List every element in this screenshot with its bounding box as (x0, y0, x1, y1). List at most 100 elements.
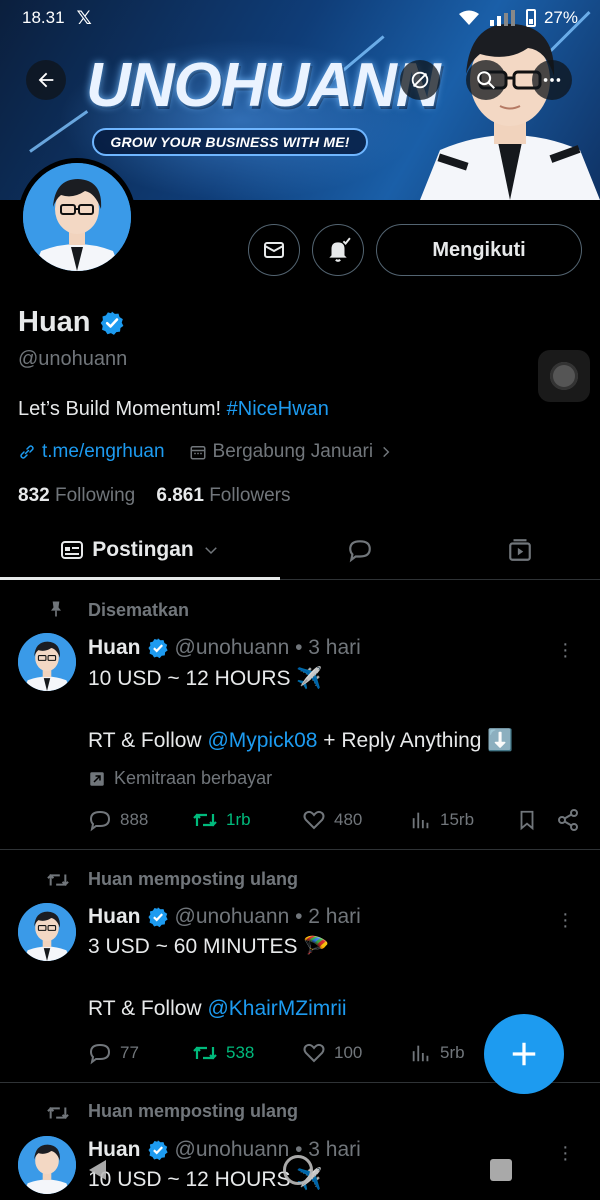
more-horizontal-icon (543, 78, 561, 82)
verified-badge-icon[interactable] (99, 310, 125, 336)
post-context: Huan memposting ulang (88, 869, 299, 889)
reply-button[interactable]: 77 (88, 1041, 192, 1065)
bio-text: Let’s Build Momentum! (18, 398, 227, 420)
message-button[interactable] (248, 224, 300, 276)
chevron-right-icon[interactable] (379, 445, 393, 459)
post-handle-time: @unohuann • 3 hari (174, 636, 361, 659)
verified-badge-icon (147, 907, 168, 928)
more-button[interactable] (532, 60, 572, 100)
views-icon (412, 812, 429, 829)
followers-link[interactable]: 6.861 Followers (156, 485, 290, 506)
floating-bubble[interactable] (538, 350, 590, 402)
mention-link[interactable]: @Mypick08 (207, 729, 317, 752)
post-header: Huan @unohuann • 2 hari (88, 905, 361, 929)
following-button[interactable]: Mengikuti (376, 224, 582, 276)
bookmark-button[interactable] (516, 808, 556, 832)
repost-button[interactable]: 1rb (192, 808, 302, 832)
profile-link[interactable]: t.me/engrhuan (42, 441, 165, 463)
like-button[interactable]: 480 (302, 808, 410, 832)
x-app-icon: 𝕏 (76, 7, 92, 29)
share-button[interactable] (556, 808, 580, 832)
post-handle-time: @unohuann • 2 hari (174, 905, 361, 928)
media-tab-icon (509, 538, 531, 561)
post-menu-icon[interactable]: · · · (562, 634, 569, 666)
reply-icon (89, 1043, 111, 1065)
repost-icon (47, 1106, 69, 1120)
tab-media[interactable] (440, 520, 600, 579)
like-button[interactable]: 100 (302, 1041, 410, 1065)
banner-illustration (420, 23, 600, 200)
views-button[interactable]: 15rb (410, 809, 516, 831)
reply-button[interactable]: 888 (88, 808, 192, 832)
profile-tabs: Postingan (0, 520, 600, 580)
battery-icon (525, 9, 536, 27)
profile-name: Huan (18, 306, 91, 338)
wifi-icon (458, 10, 479, 25)
post-avatar[interactable] (18, 903, 76, 961)
profile-name-row: Huan (18, 306, 125, 339)
profile-meta: t.me/engrhuan Bergabung Januari (18, 441, 393, 463)
profile-bio: Let’s Build Momentum! #NiceHwan (18, 398, 329, 421)
avatar-image (18, 633, 76, 691)
mention-link[interactable]: @KhairMZimrii (207, 997, 346, 1020)
repost-icon (47, 873, 69, 887)
following-link[interactable]: 832 Following (18, 485, 135, 506)
bell-check-icon (329, 237, 351, 262)
paid-partnership-label: Kemitraan berbayar (88, 768, 272, 789)
share-icon (558, 809, 578, 831)
post-avatar[interactable] (18, 633, 76, 691)
post-card[interactable]: Disematkan Huan @unohuann • 3 hari · · · 1… (0, 581, 600, 850)
repost-button[interactable]: 538 (192, 1041, 302, 1065)
signal-icon (489, 10, 515, 26)
post-header: Huan @unohuann • 3 hari (88, 636, 361, 660)
views-icon (412, 1045, 429, 1062)
bio-hashtag[interactable]: #NiceHwan (227, 398, 329, 420)
bookmark-icon (520, 810, 534, 831)
post-actions: 888 1rb 480 15rb (88, 805, 586, 835)
plus-icon (512, 1042, 536, 1066)
reply-icon (89, 810, 111, 832)
system-nav-bar (0, 1140, 600, 1200)
profile-handle: @unohuann (18, 348, 128, 370)
nav-recents-icon[interactable] (489, 1159, 512, 1181)
post-author-name[interactable]: Huan (88, 905, 141, 929)
repost-icon (193, 1046, 217, 1060)
post-text-line: 10 USD ~ 12 HOURS ✈️ (88, 667, 323, 690)
post-context: Disematkan (88, 600, 190, 620)
pin-icon (51, 601, 61, 617)
post-author-name[interactable]: Huan (88, 636, 141, 660)
profile-avatar[interactable] (18, 158, 136, 276)
paid-partnership-icon (90, 771, 104, 786)
joined-date: Bergabung Januari (212, 441, 374, 462)
nav-home-icon[interactable] (282, 1155, 313, 1185)
nav-back-icon[interactable] (88, 1160, 106, 1180)
notify-button[interactable] (312, 224, 364, 276)
follow-stats: 832 Following 6.861 Followers (18, 485, 291, 507)
post-menu-icon[interactable]: · · · (562, 904, 569, 936)
chevron-down-icon (204, 546, 217, 554)
post-text-line: RT & Follow @KhairMZimrii (88, 997, 347, 1020)
mail-icon (264, 242, 284, 258)
link-icon (20, 445, 34, 459)
heart-icon (303, 810, 325, 830)
back-button[interactable] (26, 60, 66, 100)
heart-icon (303, 1043, 325, 1063)
tab-posts[interactable]: Postingan (0, 520, 280, 580)
posts-tab-icon (61, 540, 84, 559)
arrow-left-icon (38, 72, 54, 88)
tab-posts-label: Postingan (92, 537, 194, 561)
grok-button[interactable] (400, 60, 440, 100)
tab-replies[interactable] (280, 520, 440, 579)
repost-icon (193, 813, 217, 827)
calendar-icon (190, 446, 206, 460)
post-text-line: RT & Follow @Mypick08 + Reply Anything ⬇… (88, 729, 514, 752)
post-text-line: 3 USD ~ 60 MINUTES 🪂 (88, 935, 330, 958)
banner-tagline: GROW YOUR BUSINESS WITH ME! (92, 128, 368, 156)
compose-post-button[interactable] (484, 1014, 564, 1094)
status-bar: 18.31 𝕏 27% (0, 0, 600, 36)
banner-title: UNOHUANN (86, 51, 441, 120)
verified-badge-icon (147, 638, 168, 659)
status-time: 18.31 (22, 8, 65, 27)
search-button[interactable] (466, 60, 506, 100)
avatar-image (23, 163, 131, 271)
